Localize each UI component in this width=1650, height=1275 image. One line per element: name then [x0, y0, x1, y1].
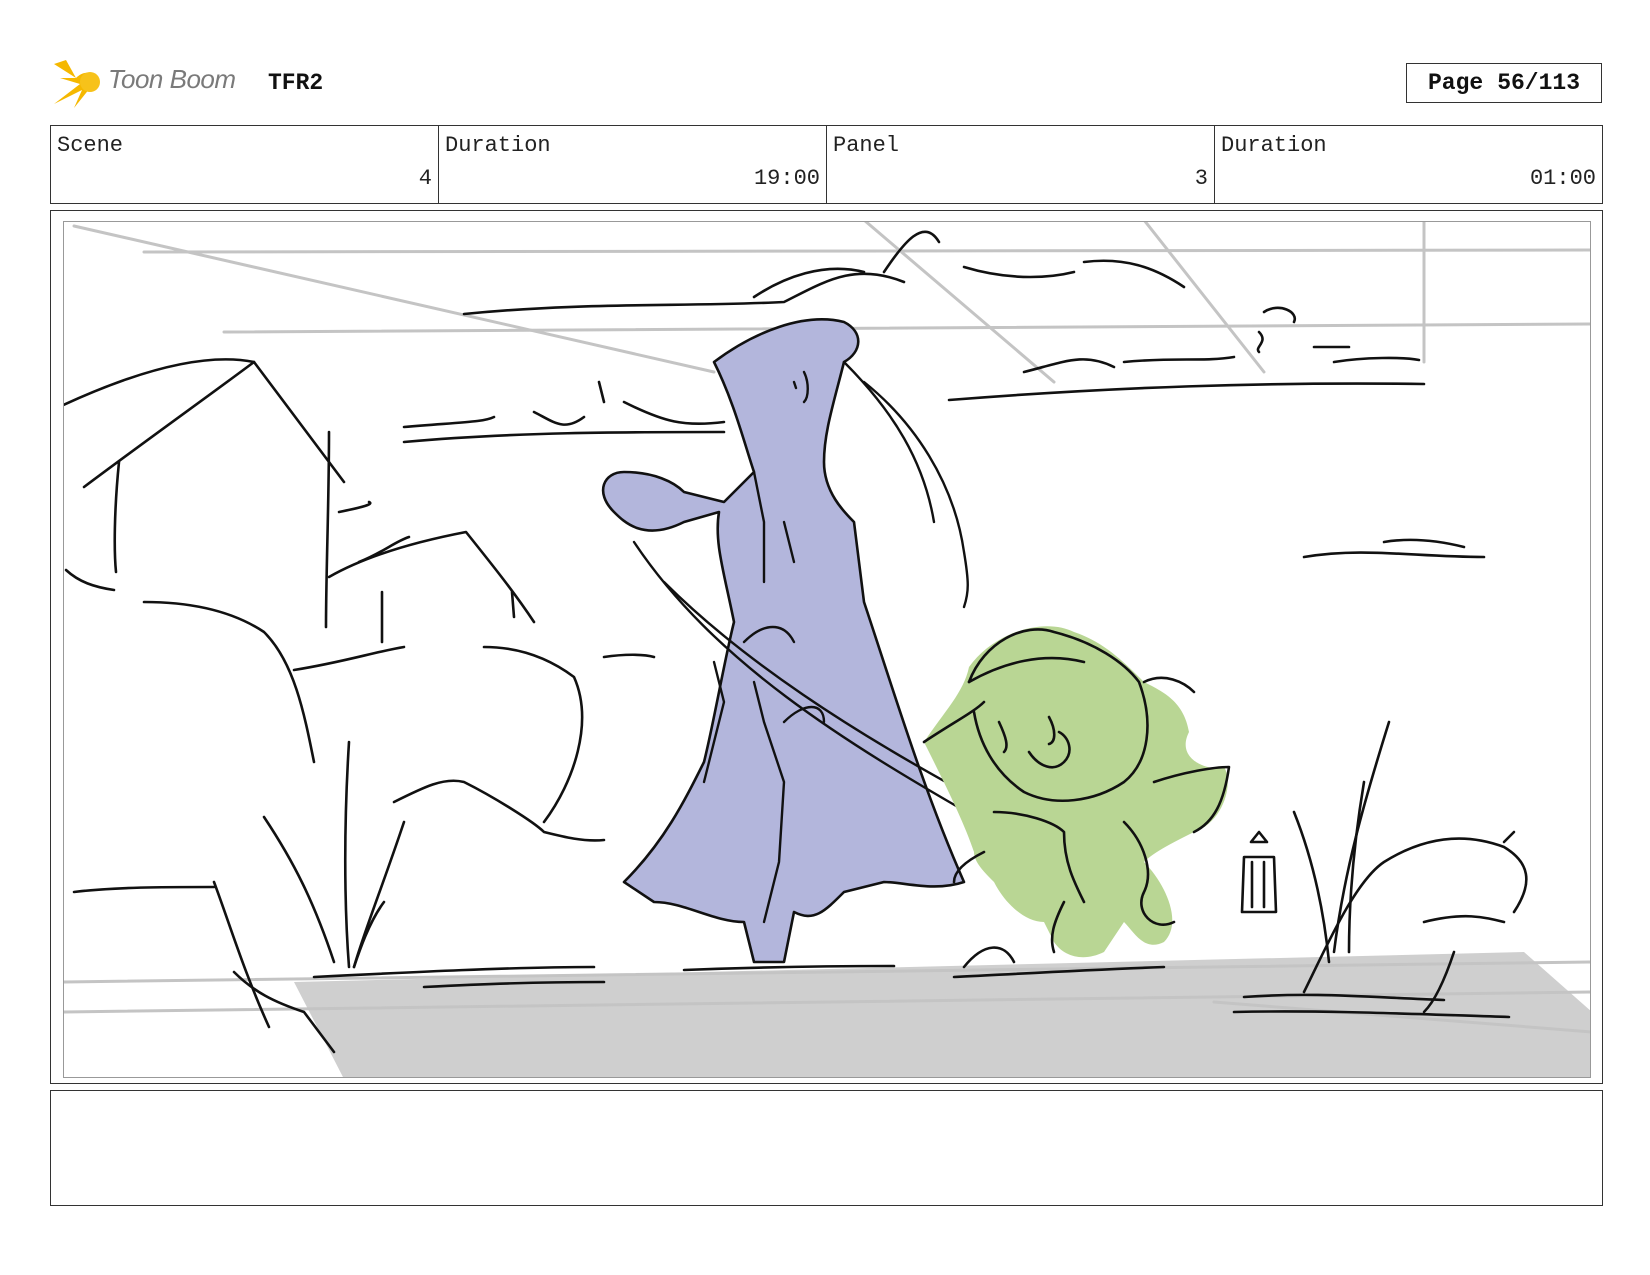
scene-duration-cell: Duration 19:00	[439, 126, 827, 203]
toon-boom-logo: Toon Boom	[52, 56, 262, 114]
project-name: TFR2	[268, 70, 324, 96]
star-burst-icon	[54, 60, 100, 108]
scene-duration-value: 19:00	[753, 166, 820, 191]
panel-duration-cell: Duration 01:00	[1215, 126, 1602, 203]
sketch-drawing	[64, 222, 1590, 1077]
panel-value: 3	[1194, 166, 1208, 191]
page-label: Page	[1427, 70, 1484, 96]
creature-fill	[924, 626, 1228, 958]
scene-duration-label: Duration	[445, 133, 551, 158]
panel-duration-label: Duration	[1221, 133, 1327, 158]
panel-label: Panel	[833, 133, 900, 158]
panel-duration-value: 01:00	[1529, 166, 1596, 191]
scene-value: 4	[418, 166, 432, 191]
panel-cell: Panel 3	[827, 126, 1215, 203]
panel-info-row: Scene 4 Duration 19:00 Panel 3 Duration …	[50, 125, 1603, 204]
page-number: 56/113	[1497, 70, 1581, 96]
scene-label: Scene	[57, 133, 124, 158]
page-indicator: Page 56/113	[1406, 63, 1602, 103]
panel-drawing-area	[63, 221, 1591, 1078]
caption-box	[50, 1090, 1603, 1206]
scene-cell: Scene 4	[51, 126, 439, 203]
logo-wordmark: Toon Boom	[108, 64, 236, 94]
storyboard-panel	[50, 210, 1603, 1084]
